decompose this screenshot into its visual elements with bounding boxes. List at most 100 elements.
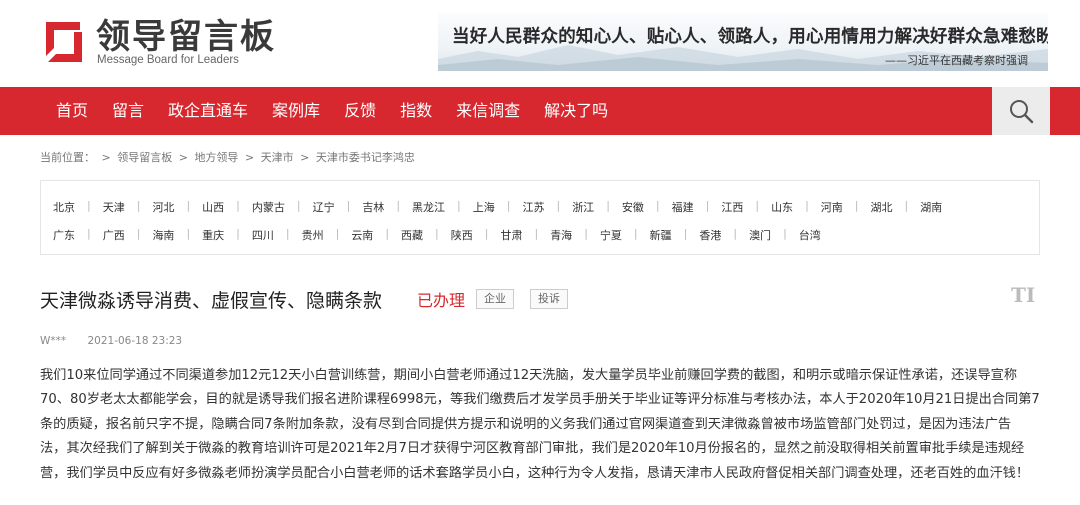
- region-separator: |: [285, 227, 290, 240]
- region-link[interactable]: 山东: [771, 199, 805, 215]
- region-separator: |: [335, 227, 340, 240]
- post-date: 2021-06-18 23:23: [87, 335, 183, 347]
- banner-source: ——习近平在西藏考察时强调: [885, 54, 1028, 67]
- region-link[interactable]: 天津: [103, 199, 137, 215]
- author: W***: [40, 335, 67, 347]
- region-link[interactable]: 海南: [152, 227, 186, 243]
- region-link[interactable]: 内蒙古: [252, 199, 297, 215]
- region-separator: |: [705, 199, 710, 212]
- nav-item-index[interactable]: 指数: [388, 87, 444, 135]
- region-link[interactable]: 北京: [53, 199, 87, 215]
- region-separator: |: [655, 199, 660, 212]
- logo-icon: [46, 22, 82, 62]
- region-link[interactable]: 河北: [152, 199, 186, 215]
- region-link[interactable]: 澳门: [749, 227, 783, 243]
- region-separator: |: [805, 199, 809, 212]
- nav-item-survey[interactable]: 来信调查: [444, 87, 532, 135]
- region-link[interactable]: 陕西: [451, 227, 485, 243]
- region-link[interactable]: 安徽: [622, 199, 656, 215]
- region-link[interactable]: 江西: [721, 199, 755, 215]
- region-link[interactable]: 宁夏: [600, 227, 634, 243]
- nav-item-resolved[interactable]: 解决了吗: [532, 87, 620, 135]
- article-meta: W*** 2021-06-18 23:23: [40, 335, 182, 347]
- region-link[interactable]: 重庆: [202, 227, 236, 243]
- search-icon: [1010, 100, 1034, 124]
- region-separator: |: [136, 199, 141, 212]
- region-separator: |: [556, 199, 561, 212]
- region-separator: |: [396, 199, 401, 212]
- region-link[interactable]: 吉林: [362, 199, 396, 215]
- logo-title: 领导留言板: [96, 17, 276, 57]
- status-badge: 已办理: [417, 291, 466, 310]
- region-separator: |: [755, 199, 760, 212]
- region-separator: |: [534, 227, 539, 240]
- content-line: 营，我们学员中反应有好多微淼老师扮演学员配合小白营老师的话术套路学员小白，这种行…: [40, 465, 1030, 481]
- region-separator: |: [296, 199, 301, 212]
- nav-item-cases[interactable]: 案例库: [260, 87, 332, 135]
- region-link[interactable]: 河南: [821, 199, 855, 215]
- content-line: 我们10来位同学通过不同渠道参加12元12天小白营训练营，期间小白营老师通过12…: [40, 368, 1018, 383]
- nav-item-message[interactable]: 留言: [100, 87, 156, 135]
- region-link[interactable]: 广东: [53, 227, 87, 243]
- region-row: 北京 | 天津 | 河北 | 山西 | 内蒙古 | 辽宁 | 吉林 | 黑龙江 | 上海 | 江苏 | 浙江 | 安徽 | 福建…: [53, 199, 954, 215]
- nav-item-home[interactable]: 首页: [44, 87, 100, 135]
- site-logo[interactable]: 领导留言板 Message Board for Leaders: [40, 18, 274, 70]
- region-link[interactable]: 四川: [252, 227, 286, 243]
- region-separator: |: [584, 227, 588, 240]
- breadcrumb-sep: >: [178, 151, 188, 164]
- region-link[interactable]: 云南: [351, 227, 385, 243]
- region-link[interactable]: 辽宁: [313, 199, 347, 215]
- font-size-icon[interactable]: TI: [1011, 283, 1035, 307]
- region-link[interactable]: 台湾: [799, 227, 833, 243]
- region-link[interactable]: 浙江: [572, 199, 606, 215]
- region-link[interactable]: 湖南: [920, 199, 954, 215]
- breadcrumb-sep: >: [101, 151, 111, 164]
- tag-enterprise[interactable]: 企业: [476, 289, 514, 309]
- region-link[interactable]: 贵州: [302, 227, 336, 243]
- region-separator: |: [136, 227, 141, 240]
- tag-complaint[interactable]: 投诉: [530, 289, 568, 309]
- breadcrumb-item[interactable]: 地方领导: [194, 151, 238, 164]
- search-button[interactable]: [992, 87, 1050, 135]
- region-selector: 北京 | 天津 | 河北 | 山西 | 内蒙古 | 辽宁 | 吉林 | 黑龙江 | 上海 | 江苏 | 浙江 | 安徽 | 福建…: [40, 180, 1040, 255]
- region-link[interactable]: 黑龙江: [412, 199, 457, 215]
- region-link[interactable]: 甘肃: [500, 227, 534, 243]
- content-line: 条的质疑，报名前只字不提，隐瞒合同7条附加条款，没有尽到合同提供方提示和说明的义…: [40, 416, 1012, 432]
- region-separator: |: [186, 227, 191, 240]
- nav-item-enterprise[interactable]: 政企直通车: [156, 87, 260, 135]
- nav-list: 首页 留言 政企直通车 案例库 反馈 指数 来信调查 解决了吗: [44, 87, 620, 135]
- region-separator: |: [484, 227, 489, 240]
- region-link[interactable]: 湖北: [871, 199, 905, 215]
- region-link[interactable]: 香港: [699, 227, 733, 243]
- breadcrumb-prefix: 当前位置：: [40, 151, 95, 164]
- region-separator: |: [87, 199, 91, 212]
- article-title: 天津微淼诱导消费、虚假宣传、隐瞒条款: [40, 290, 383, 312]
- region-separator: |: [683, 227, 688, 240]
- banner-quote: 当好人民群众的知心人、贴心人、领路人，用心用情用力解决好群众急难愁盼问题。: [452, 27, 1048, 47]
- region-separator: |: [783, 227, 787, 240]
- region-separator: |: [346, 199, 351, 212]
- region-link[interactable]: 广西: [103, 227, 137, 243]
- content-line: 法，其次经我们了解到关于微淼的教育培训许可是2021年2月7日才获得宁河区教育部…: [40, 441, 1025, 457]
- region-row: 广东 | 广西 | 海南 | 重庆 | 四川 | 贵州 | 云南 | 西藏 | 陕西 | 甘肃 | 青海 | 宁夏 | 新疆 | 香…: [53, 227, 833, 243]
- region-link[interactable]: 江苏: [522, 199, 556, 215]
- region-separator: |: [435, 227, 439, 240]
- article-content: 我们10来位同学通过不同渠道参加12元12天小白营训练营，期间小白营老师通过12…: [40, 364, 1050, 486]
- breadcrumb: 当前位置： > 领导留言板 > 地方领导 > 天津市 > 天津市委书记李鸿忠: [40, 149, 418, 165]
- region-separator: |: [904, 199, 909, 212]
- region-link[interactable]: 西藏: [401, 227, 435, 243]
- site-header: 领导留言板 Message Board for Leaders 当好人民群众的知…: [0, 0, 1080, 87]
- region-separator: |: [87, 227, 91, 240]
- region-link[interactable]: 福建: [672, 199, 706, 215]
- nav-item-feedback[interactable]: 反馈: [332, 87, 388, 135]
- region-link[interactable]: 新疆: [650, 227, 684, 243]
- region-separator: |: [457, 199, 461, 212]
- header-banner: 当好人民群众的知心人、贴心人、领路人，用心用情用力解决好群众急难愁盼问题。 ——…: [438, 13, 1048, 71]
- content-line: 70、80岁老太太都能学会，目的就是诱导我们报名进阶课程6998元，等我们缴费后…: [40, 392, 1040, 408]
- region-link[interactable]: 青海: [550, 227, 584, 243]
- breadcrumb-item[interactable]: 天津市委书记李鸿忠: [316, 151, 415, 164]
- breadcrumb-item[interactable]: 领导留言板: [117, 151, 172, 164]
- region-link[interactable]: 上海: [473, 199, 507, 215]
- breadcrumb-item[interactable]: 天津市: [261, 151, 294, 164]
- region-link[interactable]: 山西: [202, 199, 236, 215]
